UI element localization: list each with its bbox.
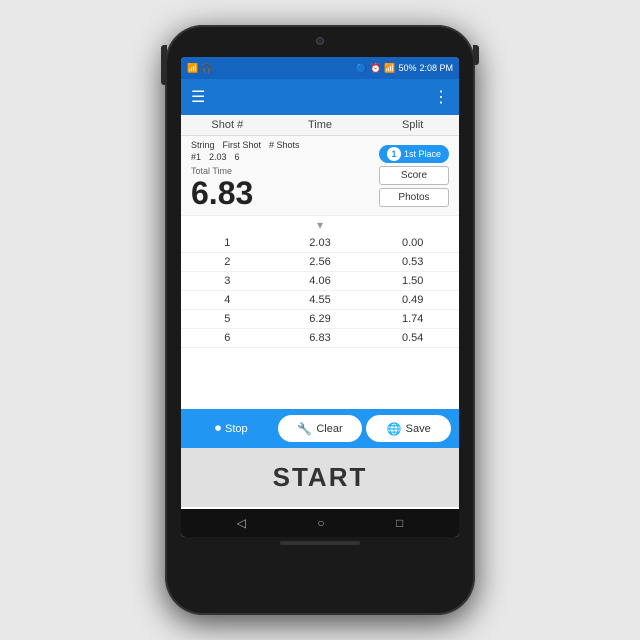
home-bar bbox=[280, 541, 360, 545]
headphone-icon: 🎧 bbox=[201, 63, 212, 74]
time-col-header: Time bbox=[274, 119, 367, 131]
home-nav-button[interactable]: ○ bbox=[317, 516, 324, 530]
table-row: 56.291.74 bbox=[181, 310, 459, 329]
string-label: String bbox=[191, 140, 215, 150]
status-right: 🔵 ⏰ 📶 50% 2:08 PM bbox=[356, 63, 453, 74]
bottom-nav-bar: ◁ ○ □ bbox=[181, 509, 459, 537]
first-shot-label: First Shot bbox=[223, 140, 262, 150]
info-right: 1 1st Place Score Photos bbox=[379, 145, 449, 207]
photos-button[interactable]: Photos bbox=[379, 188, 449, 207]
status-left: 📶 🎧 bbox=[187, 63, 212, 74]
cell-shot: 6 bbox=[181, 332, 274, 344]
string-value: #1 bbox=[191, 152, 201, 162]
save-label: Save bbox=[406, 423, 431, 435]
phone-bottom bbox=[173, 541, 467, 545]
score-button[interactable]: Score bbox=[379, 166, 449, 185]
place-number: 1 bbox=[387, 147, 401, 161]
camera bbox=[316, 37, 324, 45]
cell-time: 2.03 bbox=[274, 237, 367, 249]
bluetooth-icon: 🔵 bbox=[356, 63, 367, 74]
globe-icon: 🌐 bbox=[387, 422, 402, 436]
shots-value: 6 bbox=[235, 152, 240, 162]
table-row: 12.030.00 bbox=[181, 234, 459, 253]
more-options-icon[interactable]: ⋮ bbox=[433, 87, 449, 107]
clear-button[interactable]: 🔧 Clear bbox=[278, 415, 363, 442]
wrench-icon: 🔧 bbox=[297, 422, 312, 436]
first-shot-value: 2.03 bbox=[209, 152, 227, 162]
info-row: String First Shot # Shots #1 2.03 6 Tota… bbox=[181, 136, 459, 216]
total-time-value: 6.83 bbox=[191, 176, 379, 211]
chevron-row: ▾ bbox=[181, 216, 459, 234]
alarm-icon: ⏰ bbox=[370, 63, 381, 74]
cell-shot: 2 bbox=[181, 256, 274, 268]
phone-device: 📶 🎧 🔵 ⏰ 📶 50% 2:08 PM ☰ ⋮ Shot # Time Sp… bbox=[165, 25, 475, 615]
info-string: String First Shot # Shots bbox=[191, 140, 379, 150]
column-headers: Shot # Time Split bbox=[181, 115, 459, 136]
cell-split: 0.49 bbox=[366, 294, 459, 306]
start-button[interactable]: START bbox=[181, 448, 459, 507]
side-button-right bbox=[473, 45, 479, 65]
cell-shot: 1 bbox=[181, 237, 274, 249]
cell-shot: 3 bbox=[181, 275, 274, 287]
cell-time: 4.55 bbox=[274, 294, 367, 306]
cell-split: 1.50 bbox=[366, 275, 459, 287]
save-button[interactable]: 🌐 Save bbox=[366, 415, 451, 442]
stop-button[interactable]: ⏺ Stop bbox=[189, 415, 274, 442]
place-text: 1st Place bbox=[404, 149, 441, 159]
cell-shot: 5 bbox=[181, 313, 274, 325]
cell-time: 4.06 bbox=[274, 275, 367, 287]
screen: 📶 🎧 🔵 ⏰ 📶 50% 2:08 PM ☰ ⋮ Shot # Time Sp… bbox=[181, 57, 459, 537]
chevron-down-icon[interactable]: ▾ bbox=[317, 218, 323, 232]
cell-split: 1.74 bbox=[366, 313, 459, 325]
table-row: 34.061.50 bbox=[181, 272, 459, 291]
wifi-icon: 📶 bbox=[384, 63, 395, 74]
cell-split: 0.53 bbox=[366, 256, 459, 268]
action-bar: ☰ ⋮ bbox=[181, 79, 459, 115]
data-table: 12.030.0022.560.5334.061.5044.550.4956.2… bbox=[181, 234, 459, 409]
split-col-header: Split bbox=[366, 119, 459, 131]
battery-text: 50% bbox=[398, 63, 416, 73]
status-bar: 📶 🎧 🔵 ⏰ 📶 50% 2:08 PM bbox=[181, 57, 459, 79]
time-text: 2:08 PM bbox=[419, 63, 453, 73]
stop-icon: ⏺ bbox=[215, 421, 221, 436]
stop-label: Stop bbox=[225, 423, 248, 435]
back-nav-button[interactable]: ◁ bbox=[237, 516, 246, 530]
cell-split: 0.00 bbox=[366, 237, 459, 249]
phone-top bbox=[173, 37, 467, 49]
bottom-actions: ⏺ Stop 🔧 Clear 🌐 Save bbox=[181, 409, 459, 448]
cell-shot: 4 bbox=[181, 294, 274, 306]
info-left: String First Shot # Shots #1 2.03 6 Tota… bbox=[191, 140, 379, 211]
shot-col-header: Shot # bbox=[181, 119, 274, 131]
table-row: 66.830.54 bbox=[181, 329, 459, 348]
place-badge: 1 1st Place bbox=[379, 145, 449, 163]
table-row: 22.560.53 bbox=[181, 253, 459, 272]
shots-label: # Shots bbox=[269, 140, 300, 150]
cell-time: 2.56 bbox=[274, 256, 367, 268]
cell-time: 6.29 bbox=[274, 313, 367, 325]
side-button-left bbox=[161, 45, 167, 85]
score-photos: Score Photos bbox=[379, 166, 449, 207]
cell-split: 0.54 bbox=[366, 332, 459, 344]
signal-icon: 📶 bbox=[187, 63, 198, 74]
cell-time: 6.83 bbox=[274, 332, 367, 344]
info-values: #1 2.03 6 bbox=[191, 152, 379, 162]
recent-nav-button[interactable]: □ bbox=[396, 516, 403, 530]
table-row: 44.550.49 bbox=[181, 291, 459, 310]
menu-icon[interactable]: ☰ bbox=[191, 87, 205, 107]
clear-label: Clear bbox=[316, 423, 342, 435]
